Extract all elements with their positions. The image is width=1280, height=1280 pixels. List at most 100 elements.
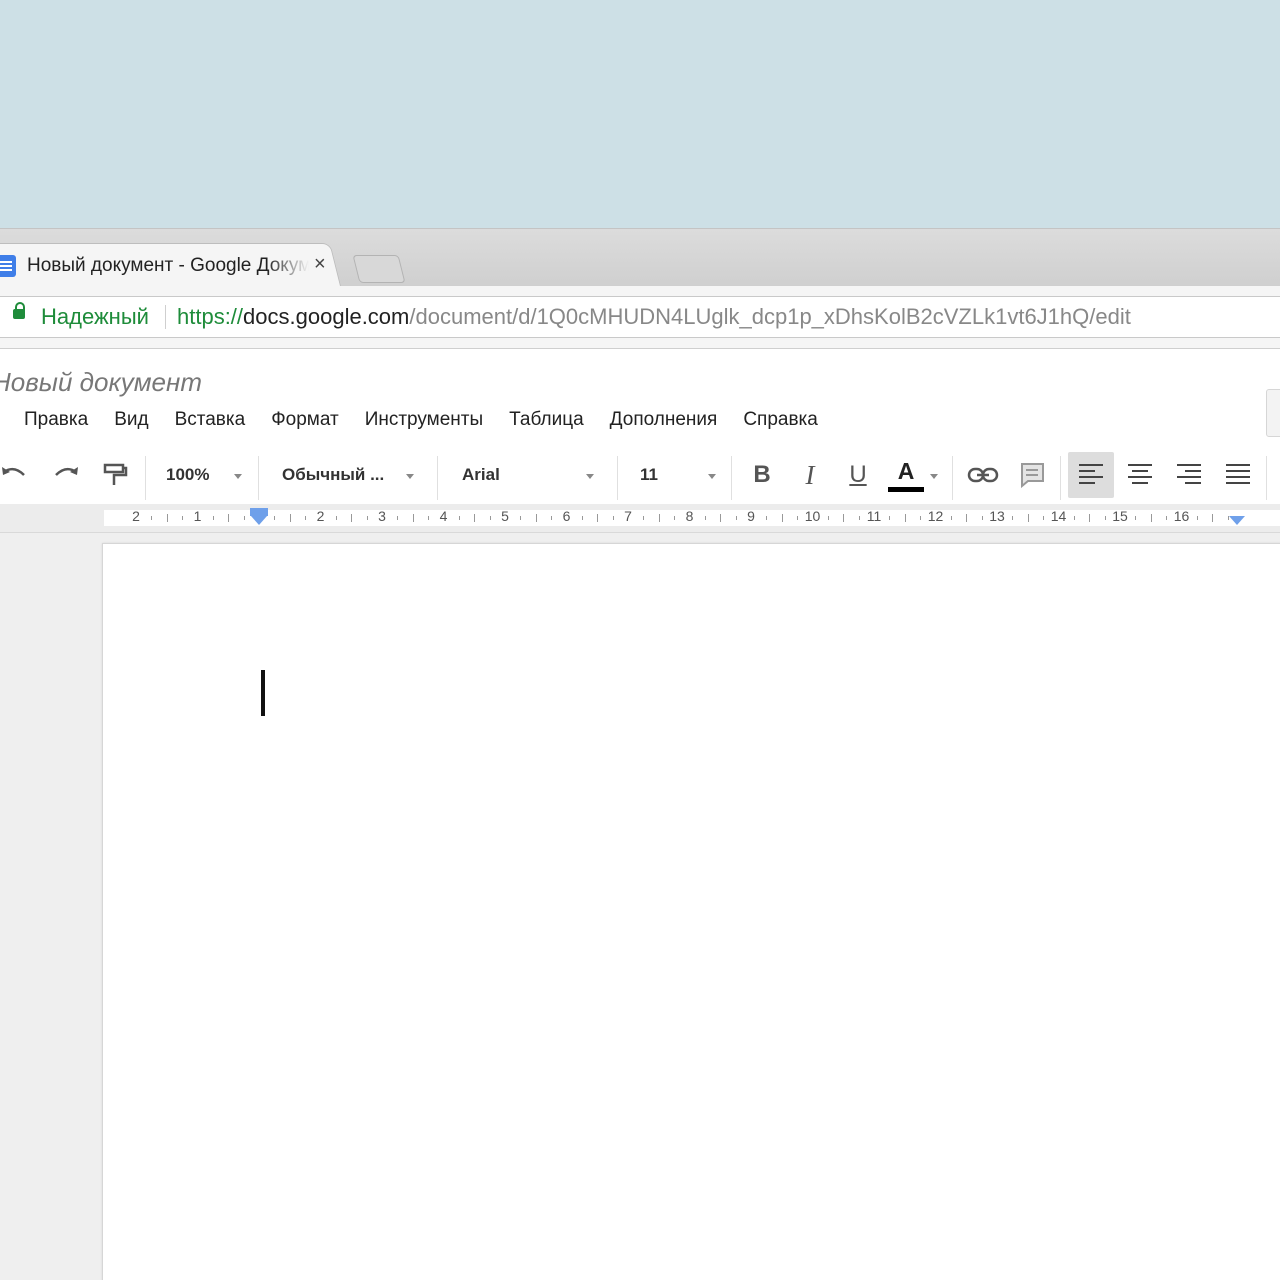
menu-format[interactable]: Формат <box>271 409 339 431</box>
ruler-tick <box>889 516 891 520</box>
menu-addons[interactable]: Дополнения <box>610 409 718 431</box>
menu-view[interactable]: Вид <box>114 409 148 431</box>
tab-close-icon[interactable]: × <box>314 253 326 276</box>
undo-icon <box>2 467 25 476</box>
align-left-icon <box>1079 464 1103 486</box>
italic-button[interactable]: I <box>798 446 822 504</box>
toolbar-divider <box>952 456 953 500</box>
redo-icon <box>55 467 78 476</box>
ruler-label: 8 <box>685 508 694 524</box>
ruler-tick <box>1135 516 1137 520</box>
ruler-tick <box>1073 516 1075 520</box>
bold-icon: B <box>753 461 771 488</box>
new-tab-button[interactable] <box>352 255 406 283</box>
ruler-tick <box>474 514 476 522</box>
url-text[interactable]: https://docs.google.com/document/d/1Q0cM… <box>177 304 1131 330</box>
url-scheme: https:// <box>177 304 244 329</box>
ruler-tick <box>735 516 737 520</box>
security-label[interactable]: Надежный <box>41 304 149 330</box>
ruler-label: 15 <box>1112 508 1128 524</box>
style-select[interactable]: Обычный ... <box>282 446 402 504</box>
comment-button[interactable] <box>1018 446 1048 504</box>
omnibox-separator <box>165 305 166 329</box>
menu-tools[interactable]: Инструменты <box>365 409 483 431</box>
style-value: Обычный ... <box>282 465 385 484</box>
right-indent-marker[interactable] <box>1229 516 1245 525</box>
bold-button[interactable]: B <box>750 446 774 504</box>
ruler-tick <box>551 516 553 520</box>
ruler-tick <box>305 516 307 520</box>
ruler-tick <box>520 516 522 520</box>
ruler-tick <box>351 514 353 522</box>
align-justify-button[interactable] <box>1226 446 1250 504</box>
ruler-tick <box>274 516 276 520</box>
first-line-indent-marker[interactable] <box>250 508 268 516</box>
active-tab[interactable]: Новый документ - Google Документы × <box>0 243 340 287</box>
ruler-tick <box>428 516 430 520</box>
ruler-tick <box>458 516 460 520</box>
left-indent-marker[interactable] <box>251 516 267 525</box>
text-cursor <box>261 670 265 716</box>
url-path: /document/d/1Q0cMHUDN4LUglk_dcp1p_xDhsKo… <box>409 304 1131 329</box>
ruler-label: 16 <box>1173 508 1190 524</box>
ruler: 2 1 1 2 3 4 5 6 7 8 9 10 11 12 13 14 15 16 <box>0 504 1280 533</box>
ruler-tick <box>535 514 537 522</box>
lock-icon[interactable] <box>13 302 25 319</box>
size-caret-icon <box>708 474 716 479</box>
docs-favicon-icon <box>0 255 16 277</box>
comment-icon <box>1021 463 1044 489</box>
align-left-button[interactable] <box>1079 446 1103 504</box>
ruler-label: 2 <box>132 508 140 524</box>
font-size-select[interactable]: 11 <box>640 446 700 504</box>
ruler-label: 9 <box>747 508 755 524</box>
share-button-edge[interactable] <box>1266 389 1280 437</box>
ruler-tick <box>1196 516 1198 520</box>
redo-button[interactable] <box>50 446 84 504</box>
link-button[interactable] <box>967 446 1001 504</box>
text-color-button[interactable]: A <box>888 446 924 504</box>
ruler-tick <box>920 516 922 520</box>
ruler-tick <box>289 514 291 522</box>
menu-edit[interactable]: Правка <box>24 409 88 431</box>
align-center-button[interactable] <box>1128 446 1152 504</box>
address-bar: Надежный https://docs.google.com/documen… <box>0 286 1280 349</box>
font-size-value: 11 <box>640 465 658 484</box>
toolbar-divider <box>437 456 438 500</box>
ruler-label: 14 <box>1050 508 1067 524</box>
ruler-tick <box>412 514 414 522</box>
paint-format-button[interactable] <box>102 446 130 504</box>
toolbar-divider <box>617 456 618 500</box>
menu-table[interactable]: Таблица <box>509 409 584 431</box>
menu-insert[interactable]: Вставка <box>175 409 246 431</box>
ruler-tick <box>950 516 952 520</box>
font-value: Arial <box>462 465 500 484</box>
ruler-tick <box>674 516 676 520</box>
ruler-tick <box>904 514 906 522</box>
ruler-tick <box>858 516 860 520</box>
underline-button[interactable]: U <box>846 446 870 504</box>
url-domain: docs.google.com <box>243 304 410 329</box>
menu-help[interactable]: Справка <box>743 409 818 431</box>
ruler-tick <box>182 516 184 520</box>
ruler-tick <box>612 516 614 520</box>
style-caret-icon <box>406 474 414 479</box>
zoom-value: 100% <box>166 465 210 484</box>
tab-title: Новый документ - Google Документы <box>27 255 309 276</box>
ruler-tick <box>643 516 645 520</box>
ruler-label: 3 <box>378 508 386 524</box>
document-title[interactable]: Новый документ <box>0 367 202 398</box>
ruler-label: 12 <box>927 508 944 524</box>
ruler-tick <box>843 514 845 522</box>
ruler-tick <box>151 516 153 520</box>
ruler-tick <box>797 516 799 520</box>
align-right-button[interactable] <box>1177 446 1201 504</box>
ruler-tick <box>597 514 599 522</box>
ruler-tick <box>1166 516 1168 520</box>
ruler-tick <box>581 516 583 520</box>
ruler-label: 5 <box>501 508 509 524</box>
tab-strip: Новый документ - Google Документы × <box>0 228 1280 290</box>
undo-button[interactable] <box>0 446 34 504</box>
document-page[interactable] <box>102 543 1280 1280</box>
font-select[interactable]: Arial <box>462 446 582 504</box>
omnibox[interactable]: Надежный https://docs.google.com/documen… <box>0 296 1280 338</box>
